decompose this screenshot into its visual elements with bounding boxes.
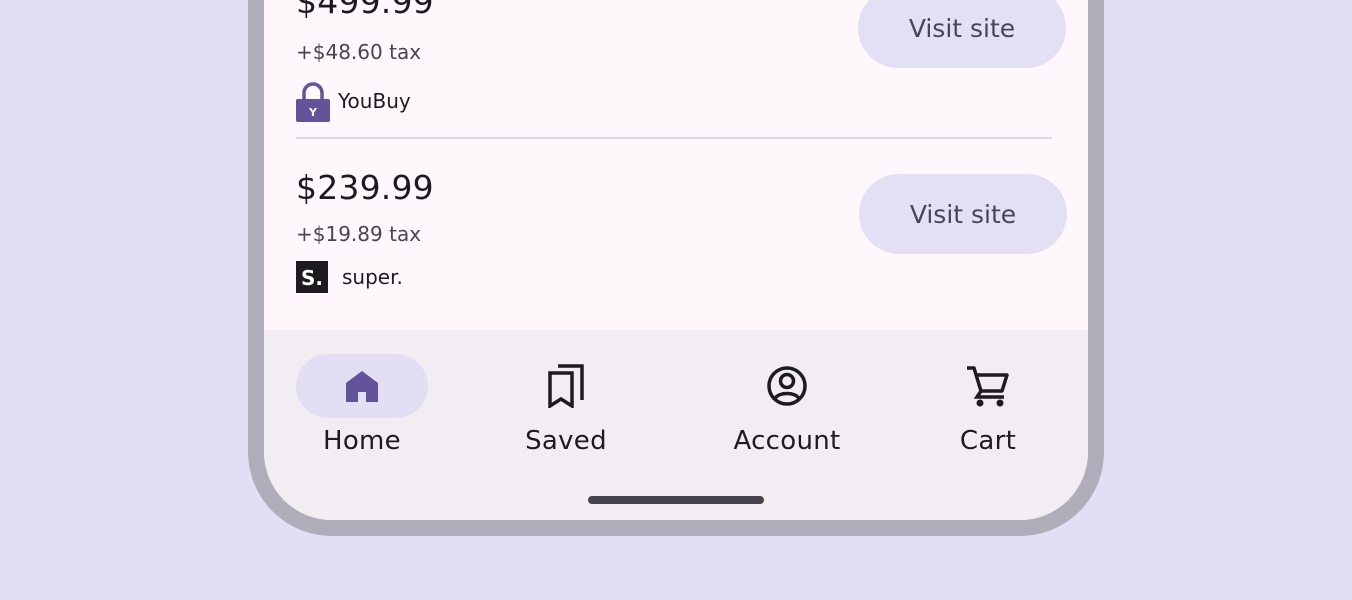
nav-item-home[interactable]: Home — [282, 354, 442, 474]
logo-letter: Y — [308, 106, 318, 119]
account-circle-icon — [766, 365, 808, 407]
store-name: YouBuy — [338, 89, 411, 113]
nav-label: Cart — [959, 426, 1017, 456]
nav-item-account[interactable]: Account — [707, 354, 867, 474]
tax: +$19.89 tax — [296, 222, 422, 246]
store-name: super. — [342, 265, 403, 289]
home-icon — [344, 368, 380, 404]
nav-label: Saved — [525, 426, 607, 456]
phone-screen: $499.99 +$48.60 tax Y YouBuy Visit site … — [264, 0, 1088, 520]
logo-letter: S. — [301, 266, 323, 290]
price: $239.99 — [296, 168, 434, 207]
divider — [296, 137, 1052, 139]
active-indicator — [296, 354, 428, 418]
offer-item: $239.99 +$19.89 tax S. super. Visit site — [296, 168, 1067, 308]
visit-site-button[interactable]: Visit site — [859, 174, 1067, 254]
nav-label: Home — [323, 426, 401, 456]
bookmarks-icon — [546, 364, 586, 410]
nav-label: Account — [733, 426, 841, 456]
youbuy-logo-icon: Y — [296, 80, 330, 122]
super-logo-icon: S. — [296, 261, 328, 293]
store: Y YouBuy — [296, 80, 411, 122]
nav-item-saved[interactable]: Saved — [486, 354, 646, 474]
tax: +$48.60 tax — [296, 40, 422, 64]
price: $499.99 — [296, 0, 434, 21]
nav-item-cart[interactable]: Cart — [908, 354, 1068, 474]
cart-icon — [966, 365, 1010, 407]
offer-item: $499.99 +$48.60 tax Y YouBuy Visit site — [296, 0, 1066, 134]
visit-site-button[interactable]: Visit site — [858, 0, 1066, 68]
bottom-navigation: Home Saved Account Cart — [264, 330, 1088, 520]
home-indicator[interactable] — [588, 496, 764, 504]
store: S. super. — [296, 261, 403, 293]
